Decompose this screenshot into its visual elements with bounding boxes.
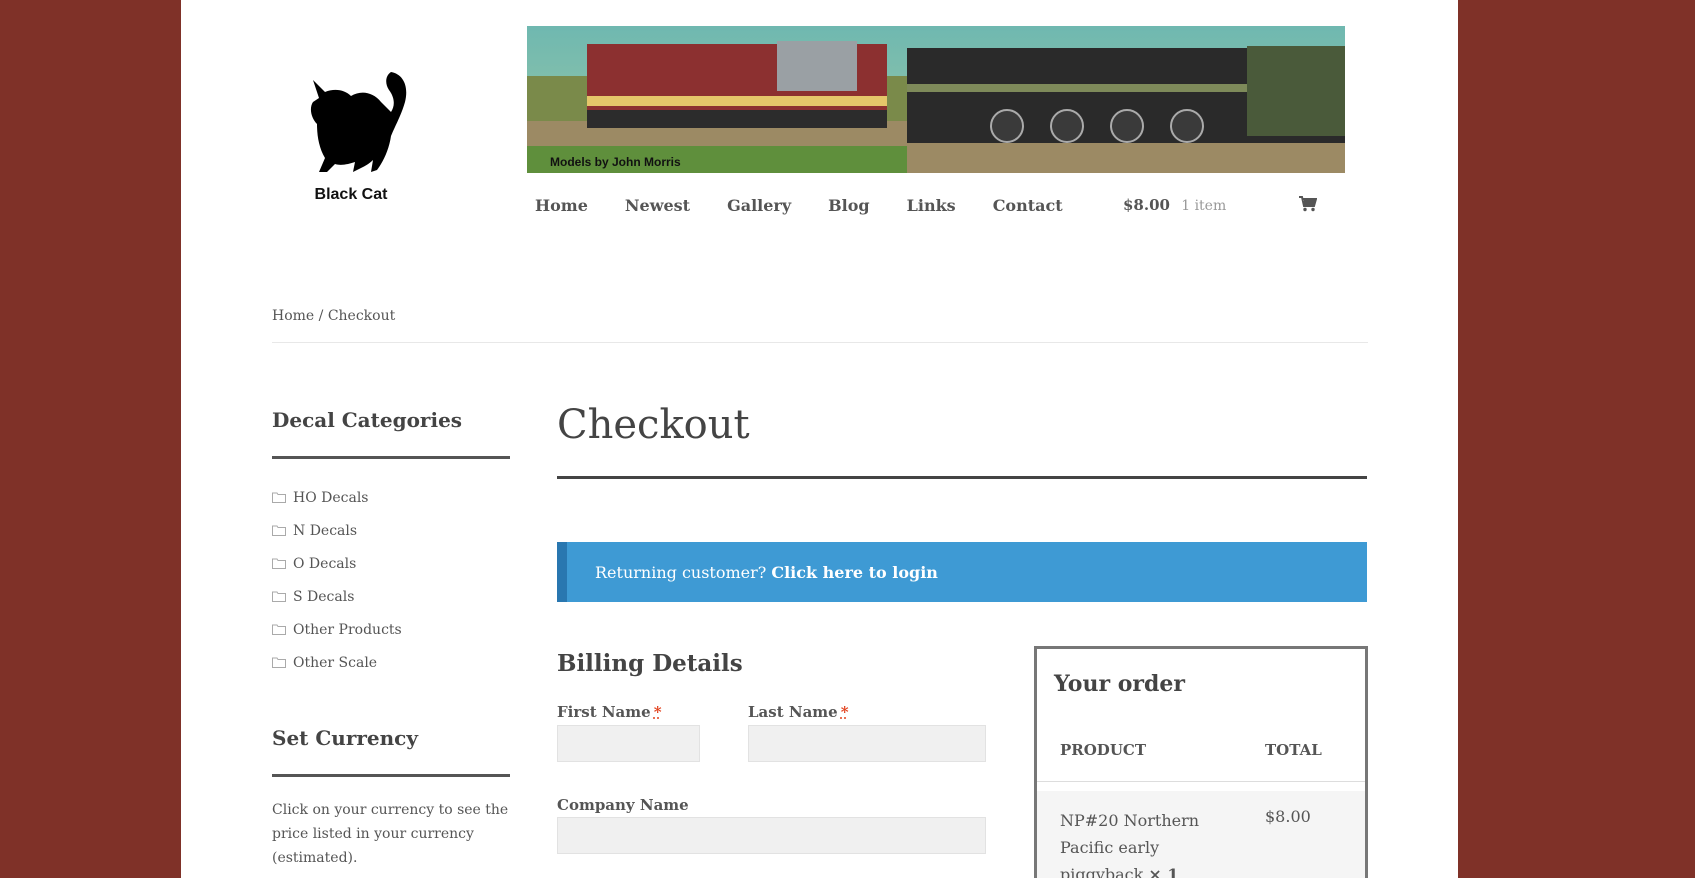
black-cat-icon — [310, 72, 407, 172]
category-list: HO Decals N Decals O Decals S Decals Oth… — [272, 481, 402, 679]
category-label: O Decals — [293, 555, 357, 572]
order-item-row: NP#20 Northern Pacific early piggyback ×… — [1037, 791, 1365, 878]
nav-contact[interactable]: Contact — [993, 196, 1063, 215]
company-name-label: Company Name — [557, 796, 689, 814]
categories-title: Decal Categories — [272, 408, 463, 432]
folder-icon — [272, 591, 287, 602]
cart-amount: $8.00 — [1123, 196, 1170, 214]
breadcrumb-separator: / — [314, 308, 328, 324]
category-label: S Decals — [293, 588, 355, 605]
folder-icon — [272, 624, 287, 635]
product-column-header: PRODUCT — [1060, 741, 1147, 759]
category-label: HO Decals — [293, 489, 369, 506]
nav-home[interactable]: Home — [535, 196, 588, 215]
page-title: Checkout — [557, 402, 750, 448]
billing-title: Billing Details — [557, 650, 743, 677]
nav-blog[interactable]: Blog — [828, 196, 869, 215]
first-name-field[interactable] — [557, 725, 700, 762]
currency-title: Set Currency — [272, 726, 418, 750]
order-review: Your order PRODUCT TOTAL NP#20 Northern … — [1034, 646, 1368, 878]
required-mark: * — [840, 703, 849, 721]
breadcrumb: Home / Checkout — [272, 308, 395, 324]
folder-icon — [272, 492, 287, 503]
breadcrumb-current: Checkout — [327, 308, 396, 324]
nav-gallery[interactable]: Gallery — [727, 196, 791, 215]
nav-links[interactable]: Links — [907, 196, 956, 215]
category-o-decals[interactable]: O Decals — [272, 547, 402, 580]
nav-newest[interactable]: Newest — [625, 196, 690, 215]
category-label: N Decals — [293, 522, 358, 539]
page-container: Black Cat Models by John Morris Home New… — [181, 0, 1458, 878]
logo-text: Black Cat — [314, 186, 388, 203]
category-n-decals[interactable]: N Decals — [272, 514, 402, 547]
last-name-field[interactable] — [748, 725, 986, 762]
site-logo[interactable]: Black Cat — [291, 60, 411, 210]
total-column-header: TOTAL — [1265, 741, 1322, 759]
main-nav: Home Newest Gallery Blog Links Contact — [535, 196, 1100, 215]
folder-icon — [272, 657, 287, 668]
cart-count: 1 item — [1181, 198, 1227, 214]
breadcrumb-divider — [272, 342, 1368, 343]
login-link[interactable]: Click here to login — [771, 563, 938, 582]
login-notice: Returning customer? Click here to login — [557, 542, 1367, 602]
category-label: Other Products — [293, 621, 402, 638]
shopping-cart-icon[interactable] — [1299, 196, 1318, 216]
order-item-quantity: × 1 — [1148, 865, 1179, 878]
category-label: Other Scale — [293, 654, 378, 671]
folder-icon — [272, 525, 287, 536]
order-item-product: NP#20 Northern Pacific early piggyback ×… — [1060, 807, 1200, 878]
category-other-scale[interactable]: Other Scale — [272, 646, 402, 679]
category-s-decals[interactable]: S Decals — [272, 580, 402, 613]
category-ho-decals[interactable]: HO Decals — [272, 481, 402, 514]
last-name-label-text: Last Name — [748, 703, 838, 721]
breadcrumb-home[interactable]: Home — [272, 308, 314, 324]
order-title: Your order — [1054, 671, 1185, 697]
folder-icon — [272, 558, 287, 569]
currency-description: Click on your currency to see the price … — [272, 802, 509, 866]
order-table-header: PRODUCT TOTAL — [1037, 741, 1365, 782]
notice-text: Returning customer? — [595, 562, 767, 582]
first-name-label-text: First Name — [557, 703, 651, 721]
order-item-total: $8.00 — [1265, 807, 1311, 826]
category-other-products[interactable]: Other Products — [272, 613, 402, 646]
cart-summary[interactable]: $8.00 1 item — [1123, 196, 1226, 214]
banner-caption: Models by John Morris — [550, 155, 681, 169]
last-name-label: Last Name * — [748, 703, 849, 721]
banner-image — [527, 26, 1345, 173]
first-name-label: First Name * — [557, 703, 662, 721]
currency-divider — [272, 774, 510, 777]
required-mark: * — [653, 703, 662, 721]
header-banner[interactable]: Models by John Morris — [527, 26, 1345, 173]
categories-divider — [272, 456, 510, 459]
company-name-field[interactable] — [557, 817, 986, 854]
title-divider — [557, 476, 1367, 479]
